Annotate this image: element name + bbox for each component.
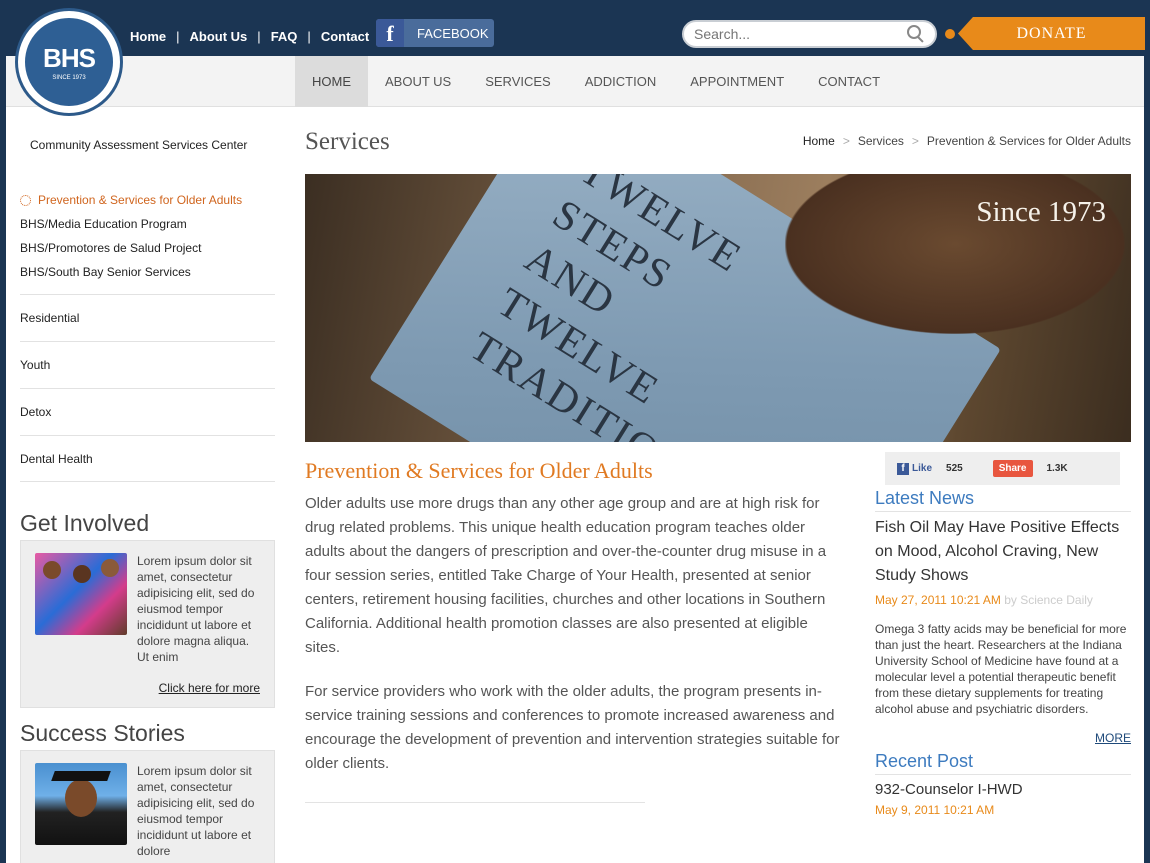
nav-home[interactable]: HOME [295, 56, 368, 107]
sidebar-header[interactable]: Community Assessment Services Center [20, 128, 275, 166]
sidebar-item-south-bay[interactable]: BHS/South Bay Senior Services [20, 260, 275, 284]
latest-news-title: Latest News [875, 488, 1131, 512]
breadcrumb-home[interactable]: Home [803, 134, 835, 148]
top-link-home[interactable]: Home [130, 29, 166, 44]
breadcrumb: Home > Services > Prevention & Services … [803, 134, 1131, 148]
divider [305, 802, 645, 803]
sidebar-item-older-adults[interactable]: Prevention & Services for Older Adults [20, 188, 275, 212]
social-share-bar: f Like 525 Share 1.3K [885, 452, 1120, 485]
nav-addiction[interactable]: ADDICTION [568, 56, 674, 107]
article: Prevention & Services for Older Adults O… [305, 458, 845, 803]
sidebar-item-detox[interactable]: Detox [20, 388, 275, 435]
news-date: May 27, 2011 10:21 AM by Science Daily [875, 593, 1093, 607]
breadcrumb-separator: > [911, 134, 919, 148]
sidebar-item-dental-health[interactable]: Dental Health [20, 435, 275, 482]
main-panel: HOME ABOUT US SERVICES ADDICTION APPOINT… [6, 56, 1144, 863]
more-link[interactable]: MORE [875, 731, 1131, 745]
success-stories-title: Success Stories [20, 720, 185, 746]
recent-post-headline[interactable]: 932-Counselor I-HWD [875, 781, 1131, 798]
news-column: Latest News Fish Oil May Have Positive E… [875, 488, 1131, 817]
logo-text: BHS [43, 43, 96, 73]
get-involved-title: Get Involved [20, 510, 150, 536]
nav-services[interactable]: SERVICES [468, 56, 568, 107]
separator: | [307, 29, 311, 44]
facebook-button[interactable]: f FACEBOOK [376, 19, 494, 47]
search-box [682, 20, 937, 48]
left-sidebar: Community Assessment Services Center Pre… [20, 128, 275, 863]
get-involved-text: Lorem ipsum dolor sit amet, consectetur … [137, 554, 255, 664]
sidebar-item-residential[interactable]: Residential [20, 294, 275, 341]
like-count: 525 [946, 463, 963, 474]
sidebar-subitems: Prevention & Services for Older Adults B… [20, 188, 275, 284]
top-bar: BHS SINCE 1973 Home | About Us | FAQ | C… [0, 0, 1150, 116]
search-input[interactable] [694, 26, 907, 42]
article-paragraph-2: For service providers who work with the … [305, 683, 840, 772]
recent-post-title: Recent Post [875, 751, 1131, 775]
top-link-about[interactable]: About Us [190, 29, 248, 44]
hero-image: TWELVE STEPS AND TWELVE TRADITIONS Since… [305, 174, 1131, 442]
nav-contact[interactable]: CONTACT [801, 56, 897, 107]
main-nav: HOME ABOUT US SERVICES ADDICTION APPOINT… [6, 56, 1144, 107]
facebook-icon: f [376, 19, 404, 47]
donate-dot [945, 29, 955, 39]
nav-appointment[interactable]: APPOINTMENT [673, 56, 801, 107]
main-content: Services Home > Services > Prevention & … [305, 128, 1131, 817]
news-headline[interactable]: Fish Oil May Have Positive Effects on Mo… [875, 516, 1131, 588]
graduate-photo [35, 763, 127, 845]
donate-button[interactable]: DONATE [958, 17, 1145, 50]
sidebar-item-youth[interactable]: Youth [20, 341, 275, 388]
nav-about-us[interactable]: ABOUT US [368, 56, 468, 107]
book-cover-text: TWELVE STEPS AND TWELVE TRADITIONS [461, 174, 750, 442]
top-link-faq[interactable]: FAQ [271, 29, 298, 44]
news-summary: Omega 3 fatty acids may be beneficial fo… [875, 622, 1127, 716]
share-button[interactable]: Share [992, 460, 1033, 477]
article-paragraph-1: Older adults use more drugs than any oth… [305, 495, 827, 656]
sidebar-item-label: Prevention & Services for Older Adults [38, 193, 243, 207]
bhs-logo[interactable]: BHS SINCE 1973 [15, 8, 123, 116]
logo-since: SINCE 1973 [52, 75, 86, 81]
separator: | [257, 29, 261, 44]
breadcrumb-separator: > [842, 134, 850, 148]
hero-caption: Since 1973 [976, 196, 1106, 228]
share-count: 1.3K [1046, 463, 1068, 474]
facebook-label: FACEBOOK [417, 25, 489, 41]
sidebar-item-promotores[interactable]: BHS/Promotores de Salud Project [20, 236, 275, 260]
sidebar-item-media-education[interactable]: BHS/Media Education Program [20, 212, 275, 236]
separator: | [176, 29, 180, 44]
search-icon[interactable] [907, 25, 925, 43]
recent-post: Recent Post 932-Counselor I-HWD May 9, 2… [875, 751, 1131, 817]
success-stories-box: Lorem ipsum dolor sit amet, consectetur … [20, 750, 275, 863]
get-involved-box: Lorem ipsum dolor sit amet, consectetur … [20, 540, 275, 708]
top-link-contact[interactable]: Contact [321, 29, 369, 44]
breadcrumb-services[interactable]: Services [858, 134, 904, 148]
breadcrumb-current: Prevention & Services for Older Adults [926, 134, 1131, 148]
recent-post-date: May 9, 2011 10:21 AM [875, 803, 995, 817]
facebook-like-button[interactable]: f Like [897, 462, 932, 475]
group-photo [35, 553, 127, 635]
success-stories-text: Lorem ipsum dolor sit amet, consectetur … [137, 764, 255, 858]
article-title: Prevention & Services for Older Adults [305, 458, 653, 483]
top-links: Home | About Us | FAQ | Contact [130, 29, 369, 44]
facebook-icon: f [897, 462, 909, 475]
logo-emblem: BHS SINCE 1973 [23, 16, 115, 108]
current-marker-icon [20, 194, 31, 206]
click-here-link[interactable]: Click here for more [35, 681, 260, 695]
